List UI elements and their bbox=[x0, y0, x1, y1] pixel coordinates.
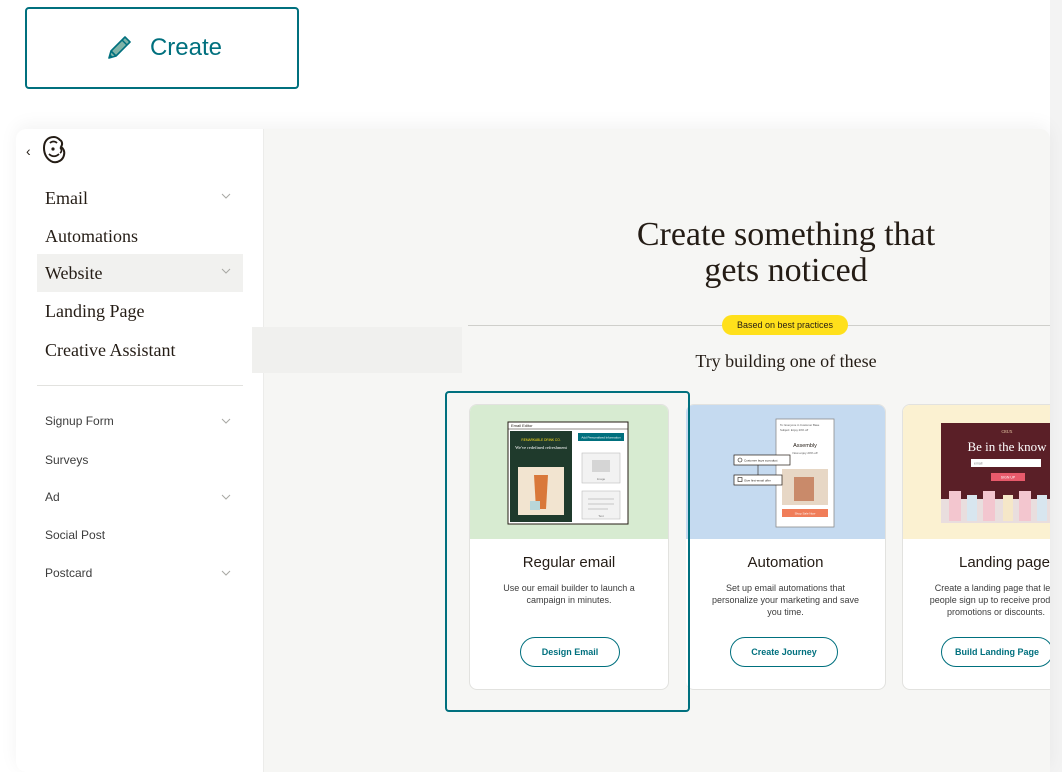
sidebar-divider bbox=[37, 385, 243, 386]
create-button-label: Create bbox=[149, 34, 223, 61]
sidebar-item-email[interactable]: Email bbox=[37, 179, 243, 217]
page-title-line-2: gets noticed bbox=[704, 252, 868, 289]
sidebar-item-label: Surveys bbox=[45, 453, 89, 467]
sidebar-item-landing-page[interactable]: Landing Page bbox=[37, 292, 243, 330]
landing-headline-text: Be in the know bbox=[967, 439, 1047, 454]
sidebar-item-label: Creative Assistant bbox=[45, 339, 176, 360]
sidebar-item-surveys[interactable]: Surveys bbox=[37, 445, 243, 475]
mailchimp-logo bbox=[42, 135, 66, 164]
chevron-down-icon bbox=[221, 193, 231, 199]
assembly-brand-text: Assembly bbox=[793, 443, 817, 449]
personalize-tag-text: Add Personalized Information bbox=[581, 436, 621, 440]
chevron-down-icon bbox=[221, 494, 231, 500]
promo-text: Now enjoy 20% off bbox=[793, 451, 818, 455]
sidebar-item-label: Email bbox=[45, 187, 88, 208]
card-description: Use our email builder to launch a campai… bbox=[503, 583, 635, 605]
sidebar: ‹ Email Automations Website Landing Page… bbox=[16, 129, 264, 772]
sidebar-item-social-post[interactable]: Social Post bbox=[37, 520, 243, 550]
card-description: Set up email automations that personaliz… bbox=[711, 583, 860, 617]
sidebar-item-label: Postcard bbox=[45, 566, 93, 580]
email-to-line: To: Everyone in Customer Base bbox=[780, 423, 820, 427]
card-automation[interactable]: To: Everyone in Customer Base Subject: E… bbox=[686, 404, 886, 690]
card-title: Automation bbox=[747, 554, 824, 571]
automation-preview: To: Everyone in Customer Base Subject: E… bbox=[686, 405, 885, 539]
regular-email-preview: Email Editor REMARKABLE DRINK CO. We've … bbox=[470, 405, 668, 539]
automation-step-1: Customer buys a product bbox=[744, 459, 778, 463]
design-email-button[interactable]: Design Email bbox=[520, 637, 620, 667]
create-app-window: ‹ Email Automations Website Landing Page… bbox=[16, 129, 1050, 772]
card-landing-page[interactable]: CRUX Be in the know email SIGN UP Landin… bbox=[902, 404, 1050, 690]
landing-page-illustration: CRUX Be in the know email SIGN UP bbox=[941, 423, 1050, 523]
sidebar-item-signup-form[interactable]: Signup Form bbox=[37, 406, 243, 436]
sidebar-item-label: Signup Form bbox=[45, 414, 114, 428]
sidebar-item-label: Website bbox=[45, 262, 103, 283]
best-practices-badge: Based on best practices bbox=[722, 315, 848, 335]
pencil-icon bbox=[108, 36, 131, 59]
chevron-down-icon bbox=[221, 268, 231, 274]
card-title: Regular email bbox=[522, 554, 616, 571]
text-block-label: Text bbox=[598, 514, 604, 518]
page-title: Create something that gets noticed bbox=[536, 217, 1036, 289]
email-editor-illustration: Email Editor REMARKABLE DRINK CO. We've … bbox=[507, 421, 629, 525]
create-button[interactable]: Create bbox=[25, 7, 299, 89]
section-subheading: Try building one of these bbox=[695, 351, 877, 371]
page-title-line-1: Create something that bbox=[636, 216, 936, 253]
sidebar-item-automations[interactable]: Automations bbox=[37, 217, 243, 255]
chevron-down-icon bbox=[221, 418, 231, 424]
sidebar-item-website[interactable]: Website bbox=[37, 254, 243, 292]
sidebar-item-label: Automations bbox=[45, 225, 138, 246]
landing-page-preview: CRUX Be in the know email SIGN UP bbox=[903, 405, 1050, 539]
landing-email-placeholder: email bbox=[974, 462, 983, 466]
sidebar-item-label: Social Post bbox=[45, 528, 106, 542]
crux-brand-text: CRUX bbox=[1001, 429, 1012, 434]
sidebar-item-label: Ad bbox=[45, 490, 60, 504]
drink-headline-text: We've redefined refreshment bbox=[515, 445, 567, 450]
image-block-label: Image bbox=[597, 477, 606, 481]
automation-illustration: To: Everyone in Customer Base Subject: E… bbox=[733, 418, 835, 528]
landing-signup-text: SIGN UP bbox=[1001, 476, 1016, 480]
create-journey-button[interactable]: Create Journey bbox=[730, 637, 838, 667]
right-gutter bbox=[1050, 0, 1062, 772]
hover-ghost-row bbox=[252, 327, 462, 373]
chevron-down-icon bbox=[221, 570, 231, 576]
email-subject-line: Subject: Enjoy 20% off bbox=[780, 428, 808, 432]
shop-sale-text: Shop Sale Now bbox=[795, 512, 817, 516]
card-title: Landing page bbox=[959, 554, 1050, 571]
card-description: Create a landing page that lets people s… bbox=[929, 583, 1050, 617]
drink-brand-text: REMARKABLE DRINK CO. bbox=[521, 438, 560, 442]
build-landing-page-button[interactable]: Build Landing Page bbox=[941, 637, 1050, 667]
sidebar-item-ad[interactable]: Ad bbox=[37, 482, 243, 512]
collapse-sidebar-button[interactable]: ‹ bbox=[26, 143, 31, 159]
editor-title-text: Email Editor bbox=[511, 423, 533, 428]
sidebar-item-label: Landing Page bbox=[45, 300, 145, 321]
sidebar-item-creative-assistant[interactable]: Creative Assistant bbox=[37, 331, 243, 369]
card-regular-email[interactable]: Email Editor REMARKABLE DRINK CO. We've … bbox=[469, 404, 669, 690]
automation-step-2: Give first-email offer bbox=[744, 479, 771, 483]
sidebar-item-postcard[interactable]: Postcard bbox=[37, 558, 243, 588]
